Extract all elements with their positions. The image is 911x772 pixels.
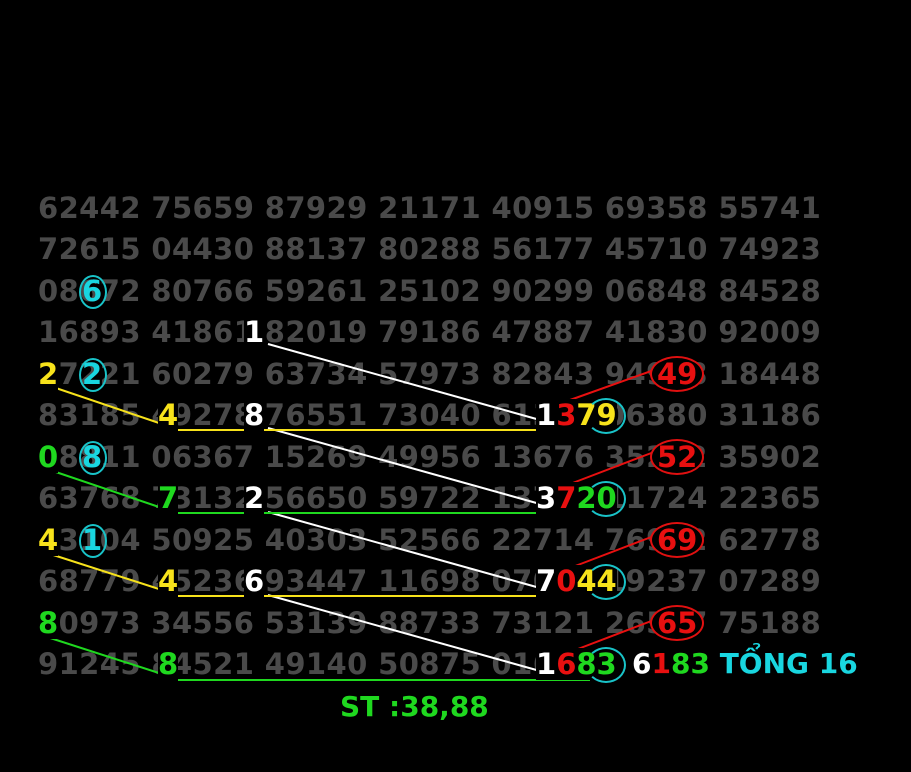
white-digit-3: 2 xyxy=(244,481,265,515)
white-line-4 xyxy=(267,594,541,672)
cyan-arc-icon-4 xyxy=(586,647,626,683)
result-1-red: 3 xyxy=(556,398,577,432)
white-line-1 xyxy=(267,343,541,421)
result-4-red: 6 xyxy=(556,647,577,681)
cyan-arc-icon-3 xyxy=(586,564,626,600)
result-2-red: 7 xyxy=(556,481,577,515)
summary-digit-1: 6 xyxy=(632,647,652,680)
white-digit-1: 1 xyxy=(244,315,265,349)
total-summary: 6183 TỔNG 16 xyxy=(632,648,858,680)
green-digit-2: 7 xyxy=(158,481,179,515)
red-line-1 xyxy=(569,369,655,401)
green-digit-4: 8 xyxy=(158,647,179,681)
white-line-3 xyxy=(267,511,541,589)
result-2-white: 3 xyxy=(536,481,557,515)
footer-st: ST :38,88 xyxy=(340,690,489,723)
green-line-2a xyxy=(43,635,163,675)
red-pair-2: 52 xyxy=(657,440,698,474)
green-digit-3: 8 xyxy=(38,606,59,640)
red-pair-3: 69 xyxy=(657,523,698,557)
yellow-digit-2: 4 xyxy=(158,398,179,432)
white-digit-4: 6 xyxy=(244,564,265,598)
cyan-arc-icon-2 xyxy=(586,481,626,517)
summary-digit-3: 83 xyxy=(670,647,710,680)
lottery-board: 62442 75659 87929 21171 40915 69358 5574… xyxy=(0,0,911,772)
yellow-line-2a xyxy=(43,551,163,591)
green-line-1a xyxy=(43,467,163,509)
yellow-digit-3: 4 xyxy=(38,523,59,557)
red-pair-1: 49 xyxy=(657,357,698,391)
cyan-digit-1: 6 xyxy=(82,274,103,308)
cyan-digit-4: 1 xyxy=(82,523,103,557)
result-4-white: 1 xyxy=(536,647,557,681)
red-line-2 xyxy=(569,451,655,485)
result-3-red: 0 xyxy=(556,564,577,598)
yellow-digit-4: 4 xyxy=(158,564,179,598)
result-3-white: 7 xyxy=(536,564,557,598)
white-line-2 xyxy=(267,427,541,505)
yellow-line-1a xyxy=(43,383,163,425)
green-digit-1: 0 xyxy=(38,440,59,474)
cyan-digit-3: 8 xyxy=(82,440,103,474)
summary-label: TỔNG 16 xyxy=(719,647,858,680)
cyan-arc-icon-1 xyxy=(586,398,626,434)
yellow-digit-1: 2 xyxy=(38,357,59,391)
red-pair-4: 65 xyxy=(657,606,698,640)
summary-digit-2: 1 xyxy=(651,647,671,680)
white-digit-2: 8 xyxy=(244,398,265,432)
cyan-digit-2: 2 xyxy=(82,357,103,391)
result-1-white: 1 xyxy=(536,398,557,432)
